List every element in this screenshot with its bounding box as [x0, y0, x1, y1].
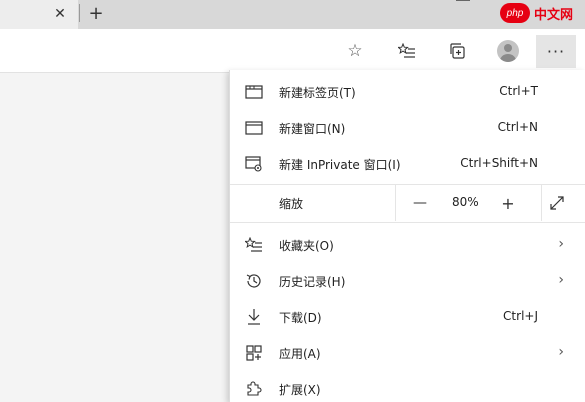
menu-item-label: 新建标签页(T) [279, 86, 356, 100]
watermark-badge: php [500, 3, 530, 23]
menu-item-label: 下载(D) [279, 311, 322, 325]
tab-strip: ✕ + php 中文网 [0, 0, 585, 29]
zoom-divider [395, 185, 396, 221]
settings-and-more-button[interactable]: ··· [536, 35, 576, 68]
watermark-text: 中文网 [534, 7, 574, 23]
history-icon [244, 271, 264, 291]
menu-item-label: 新建 InPrivate 窗口(I) [279, 158, 401, 172]
menu-item-shortcut: Ctrl+T [499, 84, 538, 98]
minimize-window-button[interactable] [456, 0, 470, 6]
zoom-in-button[interactable]: + [496, 191, 520, 215]
new-window-icon [244, 118, 264, 138]
chevron-right-icon: › [558, 272, 564, 288]
menu-item-favorites[interactable]: 收藏夹(O) › [230, 227, 585, 263]
active-tab[interactable]: ✕ [0, 0, 78, 29]
menu-item-zoom: 缩放 — 80% + [230, 185, 585, 221]
favorites-icon [244, 235, 264, 255]
menu-item-label: 历史记录(H) [279, 275, 346, 289]
menu-item-shortcut: Ctrl+J [503, 309, 538, 323]
watermark-logo: php 中文网 [500, 0, 585, 26]
menu-item-label: 扩展(X) [279, 383, 321, 397]
collections-icon[interactable] [443, 36, 473, 66]
profile-button[interactable] [493, 36, 523, 66]
menu-item-extensions[interactable]: 扩展(X) [230, 371, 585, 402]
menu-item-label: 应用(A) [279, 347, 321, 361]
menu-item-label: 新建窗口(N) [279, 122, 346, 136]
zoom-divider [541, 185, 542, 221]
chevron-right-icon: › [558, 236, 564, 252]
zoom-out-button[interactable]: — [408, 191, 432, 215]
menu-item-history[interactable]: 历史记录(H) › [230, 263, 585, 299]
avatar [497, 40, 519, 62]
inprivate-window-icon [244, 154, 264, 174]
download-icon [244, 307, 264, 327]
menu-item-downloads[interactable]: 下载(D) Ctrl+J [230, 299, 585, 335]
fullscreen-icon[interactable] [545, 191, 569, 215]
tab-separator [79, 4, 80, 22]
menu-item-new-tab[interactable]: 新建标签页(T) Ctrl+T [230, 74, 585, 110]
zoom-level: 80% [452, 195, 479, 209]
zoom-label: 缩放 [279, 197, 304, 211]
menu-item-new-inprivate-window[interactable]: 新建 InPrivate 窗口(I) Ctrl+Shift+N [230, 146, 585, 182]
new-tab-button[interactable]: + [85, 2, 107, 24]
menu-item-label: 收藏夹(O) [279, 239, 334, 253]
menu-item-new-window[interactable]: 新建窗口(N) Ctrl+N [230, 110, 585, 146]
add-favorite-star-icon[interactable]: ☆ [340, 36, 370, 66]
new-tab-icon [244, 82, 264, 102]
close-tab-button[interactable]: ✕ [50, 4, 70, 24]
menu-item-shortcut: Ctrl+N [497, 120, 538, 134]
apps-icon [244, 343, 264, 363]
chevron-right-icon: › [558, 344, 564, 360]
menu-divider [230, 222, 585, 223]
menu-item-shortcut: Ctrl+Shift+N [460, 156, 538, 170]
menu-item-apps[interactable]: 应用(A) › [230, 335, 585, 371]
favorites-list-icon[interactable] [392, 36, 422, 66]
extensions-icon [244, 379, 264, 399]
browser-toolbar: ☆ ··· [0, 29, 585, 73]
settings-menu: 新建标签页(T) Ctrl+T 新建窗口(N) Ctrl+N 新建 InPriv… [229, 70, 585, 402]
